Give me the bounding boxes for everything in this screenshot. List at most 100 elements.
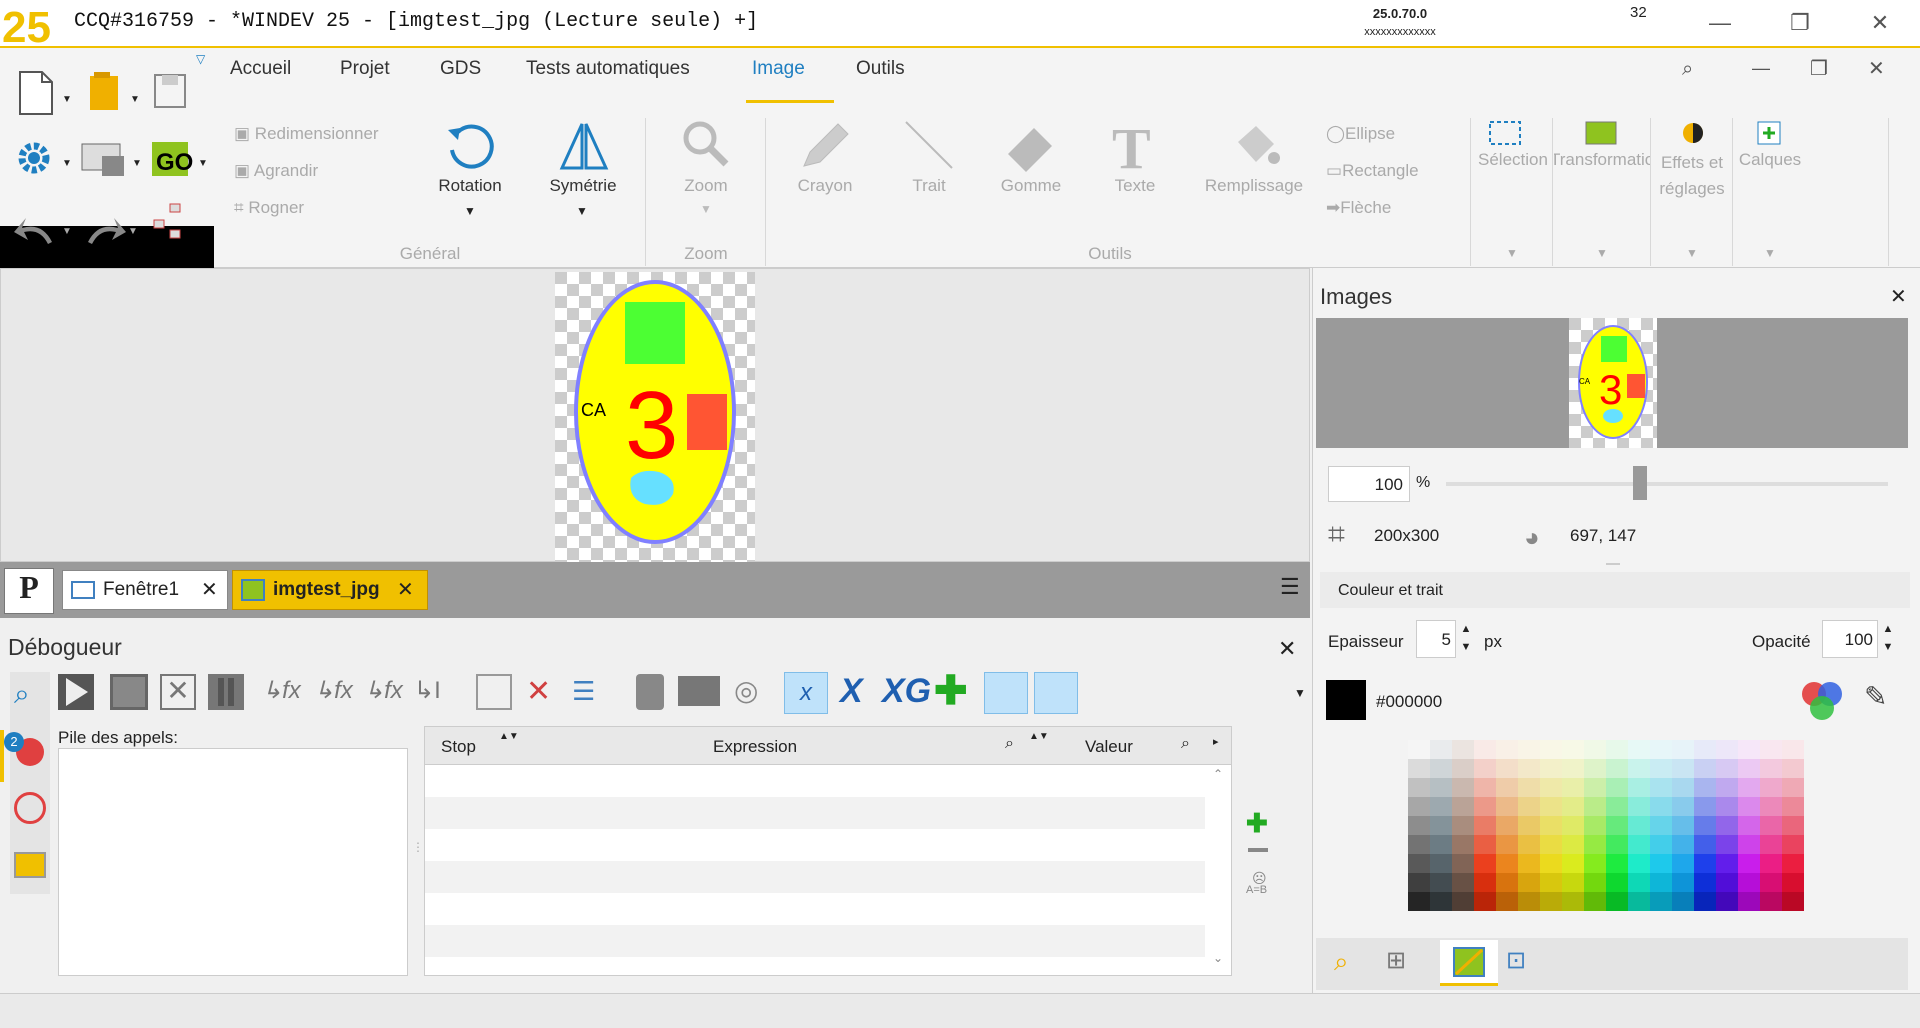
palette-swatch[interactable] xyxy=(1474,835,1496,854)
tab-outils[interactable]: Outils xyxy=(856,58,905,80)
palette-swatch[interactable] xyxy=(1760,740,1782,759)
palette-swatch[interactable] xyxy=(1518,797,1540,816)
chevron-down-icon[interactable]: ▼ xyxy=(130,94,140,105)
palette-swatch[interactable] xyxy=(1474,778,1496,797)
palette-swatch[interactable] xyxy=(1584,854,1606,873)
palette-swatch[interactable] xyxy=(1562,778,1584,797)
palette-swatch[interactable] xyxy=(1694,873,1716,892)
add-expression-icon[interactable]: ✚ xyxy=(1246,808,1268,839)
palette-swatch[interactable] xyxy=(1584,873,1606,892)
palette-swatch[interactable] xyxy=(1716,797,1738,816)
palette-swatch[interactable] xyxy=(1716,892,1738,911)
tab-imgtest-jpg[interactable]: imgtest_jpg ✕ xyxy=(232,570,428,610)
palette-swatch[interactable] xyxy=(1562,740,1584,759)
palette-swatch[interactable] xyxy=(1782,892,1804,911)
palette-swatch[interactable] xyxy=(1430,759,1452,778)
palette-swatch[interactable] xyxy=(1782,740,1804,759)
edited-image[interactable]: CA 3 xyxy=(555,272,755,562)
palette-swatch[interactable] xyxy=(1650,835,1672,854)
palette-swatch[interactable] xyxy=(1694,740,1716,759)
palette-swatch[interactable] xyxy=(1694,854,1716,873)
palette-swatch[interactable] xyxy=(1496,797,1518,816)
sort-icon[interactable]: ▲▼ xyxy=(499,731,519,742)
palette-swatch[interactable] xyxy=(1694,797,1716,816)
palette-swatch[interactable] xyxy=(1430,892,1452,911)
customize-chevron-icon[interactable]: ▽ xyxy=(196,52,205,66)
palette-swatch[interactable] xyxy=(1628,854,1650,873)
palette-swatch[interactable] xyxy=(1628,873,1650,892)
ribbon-minimize-button[interactable]: — xyxy=(1752,58,1770,79)
stop-cross-icon[interactable]: ✕ xyxy=(160,674,196,710)
palette-swatch[interactable] xyxy=(1628,835,1650,854)
play-icon[interactable] xyxy=(58,674,94,710)
palette-swatch[interactable] xyxy=(1474,873,1496,892)
palette-swatch[interactable] xyxy=(1474,740,1496,759)
scroll-up-icon[interactable]: ⌃ xyxy=(1213,767,1223,781)
epaisseur-stepper[interactable]: ▲ ▼ xyxy=(1456,620,1476,658)
palette-swatch[interactable] xyxy=(1738,816,1760,835)
current-color-swatch[interactable] xyxy=(1326,680,1366,720)
open-folder-icon[interactable] xyxy=(86,70,126,116)
chevron-down-icon[interactable]: ▼ xyxy=(128,226,138,237)
palette-swatch[interactable] xyxy=(1408,816,1430,835)
palette-swatch[interactable] xyxy=(1540,835,1562,854)
palette-swatch[interactable] xyxy=(1738,740,1760,759)
splitter-grip[interactable]: ⋮ xyxy=(412,840,424,854)
palette-swatch[interactable] xyxy=(1628,740,1650,759)
go-icon[interactable]: GO xyxy=(150,140,194,180)
palette-swatch[interactable] xyxy=(1562,759,1584,778)
panel-icon[interactable] xyxy=(14,852,46,878)
palette-swatch[interactable] xyxy=(1562,835,1584,854)
palette-swatch[interactable] xyxy=(1518,873,1540,892)
palette-swatch[interactable] xyxy=(1408,740,1430,759)
run-to-cursor-icon[interactable]: ↳I xyxy=(414,676,441,705)
bug-icon[interactable] xyxy=(14,792,46,824)
close-button[interactable]: ✕ xyxy=(1860,6,1900,40)
palette-swatch[interactable] xyxy=(1408,759,1430,778)
palette-swatch[interactable] xyxy=(1694,892,1716,911)
list-icon[interactable]: ☰ xyxy=(572,676,595,707)
palette-swatch[interactable] xyxy=(1430,797,1452,816)
column-expression[interactable]: Expression xyxy=(713,737,797,757)
palette-swatch[interactable] xyxy=(1738,854,1760,873)
document-target-icon[interactable]: ◎ xyxy=(734,674,758,707)
palette-swatch[interactable] xyxy=(1562,892,1584,911)
chevron-down-icon[interactable]: ▼ xyxy=(132,158,142,169)
tab-gds[interactable]: GDS xyxy=(440,58,481,80)
palette-swatch[interactable] xyxy=(1782,816,1804,835)
filter-search-icon[interactable]: ⌕ xyxy=(1181,735,1190,753)
palette-swatch[interactable] xyxy=(1496,854,1518,873)
palette-swatch[interactable] xyxy=(1452,835,1474,854)
palette-swatch[interactable] xyxy=(1540,892,1562,911)
watch-table[interactable]: Stop ▲▼ Expression ⌕ ▲▼ Valeur ⌕ ▸ ⌃ ⌄ xyxy=(424,726,1232,976)
palette-swatch[interactable] xyxy=(1782,854,1804,873)
restore-button[interactable]: ❐ xyxy=(1780,6,1820,40)
palette-swatch[interactable] xyxy=(1650,816,1672,835)
chevron-down-icon[interactable]: ▼ xyxy=(198,158,208,169)
palette-swatch[interactable] xyxy=(1496,778,1518,797)
palette-swatch[interactable] xyxy=(1496,873,1518,892)
palette-swatch[interactable] xyxy=(1452,797,1474,816)
palette-swatch[interactable] xyxy=(1584,778,1606,797)
export-icon[interactable] xyxy=(984,672,1028,714)
chevron-down-icon[interactable]: ▼ xyxy=(62,158,72,169)
palette-swatch[interactable] xyxy=(1672,816,1694,835)
palette-swatch[interactable] xyxy=(1760,759,1782,778)
palette-swatch[interactable] xyxy=(1760,835,1782,854)
palette-swatch[interactable] xyxy=(1760,778,1782,797)
palette-swatch[interactable] xyxy=(1672,797,1694,816)
palette-swatch[interactable] xyxy=(1606,797,1628,816)
palette-swatch[interactable] xyxy=(1672,835,1694,854)
palette-swatch[interactable] xyxy=(1408,873,1430,892)
chevron-down-icon[interactable]: ▼ xyxy=(62,226,72,237)
palette-swatch[interactable] xyxy=(1584,740,1606,759)
undo-icon[interactable] xyxy=(12,214,62,254)
palette-swatch[interactable] xyxy=(1562,816,1584,835)
palette-swatch[interactable] xyxy=(1694,778,1716,797)
palette-swatch[interactable] xyxy=(1738,835,1760,854)
ribbon-close-button[interactable]: ✕ xyxy=(1868,56,1885,81)
palette-swatch[interactable] xyxy=(1650,797,1672,816)
palette-swatch[interactable] xyxy=(1694,816,1716,835)
palette-swatch[interactable] xyxy=(1496,740,1518,759)
table-row[interactable] xyxy=(425,797,1205,829)
